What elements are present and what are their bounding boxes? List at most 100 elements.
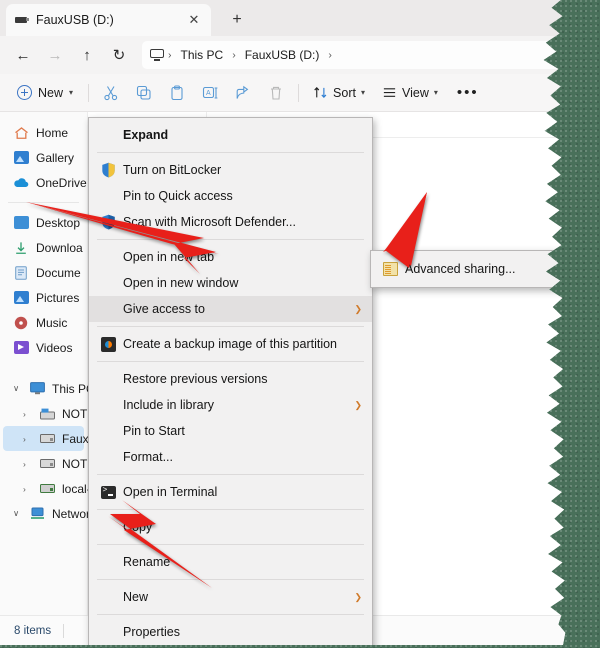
downloads-icon: [13, 240, 29, 256]
menu-item-expand[interactable]: Expand: [89, 122, 372, 148]
up-icon[interactable]: ↑: [72, 41, 102, 69]
sidebar-item-network[interactable]: ∨ Network: [3, 501, 84, 526]
sidebar-item-label: Home: [36, 126, 68, 140]
sidebar-item-label: Docume: [36, 266, 81, 280]
more-options-button[interactable]: •••: [447, 84, 489, 101]
menu-item-scan-with-defender[interactable]: Scan with Microsoft Defender...: [89, 209, 372, 235]
menu-item-open-in-new-window[interactable]: Open in new window: [89, 270, 372, 296]
usb-drive-icon: [14, 16, 29, 25]
sidebar-item-this-pc[interactable]: ∨ This PC: [3, 376, 84, 401]
breadcrumb-separator: ›: [328, 49, 332, 61]
music-icon: [13, 315, 29, 331]
sidebar-item-documents[interactable]: Docume: [3, 260, 84, 285]
menu-item-pin-to-start[interactable]: Pin to Start: [89, 418, 372, 444]
menu-item-new[interactable]: New ❯: [89, 584, 372, 610]
chevron-right-icon[interactable]: ›: [23, 484, 32, 494]
menu-item-create-backup-image[interactable]: Create a backup image of this partition: [89, 331, 372, 357]
sidebar-item-noten-disk[interactable]: › NOTEN: [3, 401, 84, 426]
breadcrumb-this-pc[interactable]: This PC: [176, 46, 229, 64]
sidebar-item-label: Downloa: [36, 241, 83, 255]
give-access-to-submenu: Advanced sharing...: [370, 250, 578, 288]
cut-icon[interactable]: [95, 79, 127, 107]
chevron-down-icon: ▾: [69, 88, 73, 97]
sidebar-item-videos[interactable]: Videos: [3, 335, 84, 360]
menu-item-label: Turn on BitLocker: [119, 163, 362, 177]
breadcrumb-fauxusb[interactable]: FauxUSB (D:): [240, 46, 325, 64]
menu-item-turn-on-bitlocker[interactable]: Turn on BitLocker: [89, 157, 372, 183]
divider: [298, 84, 299, 102]
rename-icon[interactable]: A: [194, 79, 226, 107]
menu-separator: [97, 326, 364, 327]
network-drive-icon: [39, 481, 55, 497]
menu-item-open-in-terminal[interactable]: Open in Terminal: [89, 479, 372, 505]
menu-item-include-in-library[interactable]: Include in library ❯: [89, 392, 372, 418]
menu-item-label: Restore previous versions: [119, 372, 362, 386]
chevron-right-icon[interactable]: ›: [23, 459, 32, 469]
command-bar: New ▾ A: [0, 74, 578, 112]
sidebar-item-music[interactable]: Music: [3, 310, 84, 335]
sidebar-item-home[interactable]: Home: [3, 120, 84, 145]
local-disk-icon: [39, 406, 55, 422]
videos-icon: [13, 340, 29, 356]
backup-disc-icon: [97, 337, 119, 352]
refresh-icon[interactable]: ↻: [104, 41, 134, 69]
address-bar[interactable]: › This PC › FauxUSB (D:) ›: [142, 41, 570, 69]
menu-separator: [97, 614, 364, 615]
chevron-right-icon[interactable]: ›: [23, 434, 32, 444]
menu-item-restore-previous-versions[interactable]: Restore previous versions: [89, 366, 372, 392]
sidebar-item-downloads[interactable]: Downloa: [3, 235, 84, 260]
usb-drive-icon: [39, 431, 55, 447]
menu-item-pin-to-quick-access[interactable]: Pin to Quick access: [89, 183, 372, 209]
sort-button[interactable]: Sort ▾: [305, 81, 373, 104]
menu-item-label: Copy: [119, 520, 362, 534]
chevron-right-icon: ❯: [354, 304, 362, 315]
menu-item-label: Open in new tab: [119, 250, 362, 264]
sidebar-item-gallery[interactable]: Gallery: [3, 145, 84, 170]
menu-item-give-access-to[interactable]: Give access to ❯: [89, 296, 372, 322]
menu-item-label: Expand: [119, 128, 362, 142]
menu-item-open-in-new-tab[interactable]: Open in new tab: [89, 244, 372, 270]
sidebar-item-desktop[interactable]: Desktop: [3, 210, 84, 235]
sidebar-item-fauxusb[interactable]: › FauxUS: [3, 426, 84, 451]
sidebar-item-label: Desktop: [36, 216, 80, 230]
paste-icon[interactable]: [161, 79, 193, 107]
new-button-label: New: [38, 86, 63, 100]
new-button[interactable]: New ▾: [8, 81, 82, 104]
menu-item-copy[interactable]: Copy: [89, 514, 372, 540]
divider: [88, 84, 89, 102]
close-icon[interactable]: ✕: [185, 11, 203, 29]
chevron-down-icon[interactable]: ∨: [13, 383, 22, 394]
view-button[interactable]: View ▾: [374, 81, 446, 104]
title-bar: FauxUSB (D:) ✕ +: [0, 0, 578, 36]
sidebar-item-pictures[interactable]: Pictures: [3, 285, 84, 310]
menu-separator: [97, 152, 364, 153]
menu-item-properties[interactable]: Properties: [89, 619, 372, 645]
menu-item-label: Scan with Microsoft Defender...: [119, 215, 362, 229]
menu-item-advanced-sharing[interactable]: Advanced sharing...: [371, 255, 578, 283]
sidebar-item-onedrive[interactable]: OneDrive: [3, 170, 84, 195]
menu-item-format[interactable]: Format...: [89, 444, 372, 470]
sidebar-item-label: Gallery: [36, 151, 74, 165]
tab-fauxusb[interactable]: FauxUSB (D:) ✕: [6, 4, 211, 36]
navigation-sidebar: Home Gallery OneDrive Desktop: [0, 112, 88, 615]
desktop-icon: [13, 215, 29, 231]
menu-separator: [97, 579, 364, 580]
network-icon: [29, 506, 45, 522]
home-icon: [13, 125, 29, 141]
defender-shield-icon: [97, 214, 119, 230]
delete-icon[interactable]: [260, 79, 292, 107]
menu-separator: [97, 474, 364, 475]
back-icon[interactable]: ←: [8, 41, 38, 69]
share-icon[interactable]: [227, 79, 259, 107]
forward-icon[interactable]: →: [40, 41, 70, 69]
menu-item-label: Advanced sharing...: [401, 262, 574, 276]
sidebar-item-local-transfer[interactable]: › local-transfer (: [3, 476, 84, 501]
chevron-right-icon[interactable]: ›: [23, 409, 32, 419]
breadcrumb-separator: ›: [168, 49, 172, 61]
chevron-right-icon: ❯: [354, 400, 362, 411]
copy-icon[interactable]: [128, 79, 160, 107]
chevron-down-icon[interactable]: ∨: [13, 508, 22, 519]
sidebar-item-notenvmware[interactable]: › NOTENVMWa: [3, 451, 84, 476]
menu-item-rename[interactable]: Rename: [89, 549, 372, 575]
new-tab-button[interactable]: +: [225, 8, 249, 32]
